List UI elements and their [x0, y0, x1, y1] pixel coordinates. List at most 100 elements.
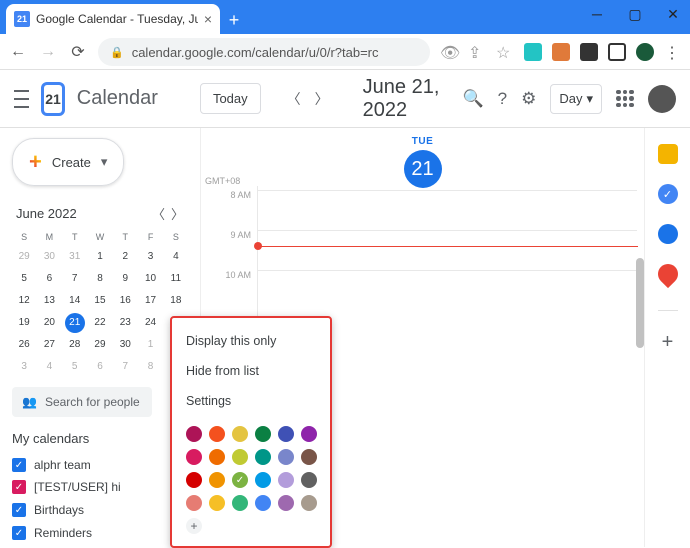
calendar-checkbox[interactable]: ✓	[12, 526, 26, 540]
mini-cal-day[interactable]: 29	[12, 246, 36, 267]
day-number-badge[interactable]: 21	[404, 150, 442, 188]
color-swatch[interactable]	[186, 449, 202, 465]
main-menu-icon[interactable]	[14, 90, 29, 108]
support-icon[interactable]: ?	[498, 89, 507, 109]
reload-button[interactable]: ⟳	[68, 42, 88, 62]
color-swatch[interactable]	[209, 495, 225, 511]
mini-cal-prev[interactable]: 〈	[152, 204, 165, 223]
extension-1-icon[interactable]	[524, 43, 542, 61]
color-swatch[interactable]	[209, 449, 225, 465]
mini-cal-day[interactable]: 1	[138, 334, 162, 355]
tasks-icon[interactable]	[658, 184, 678, 204]
extension-4-icon[interactable]	[636, 43, 654, 61]
mini-cal-day[interactable]: 23	[113, 312, 137, 333]
mini-cal-day[interactable]: 15	[88, 290, 112, 311]
eye-icon[interactable]: 👁	[440, 43, 458, 61]
tab-close-icon[interactable]: ×	[204, 11, 212, 27]
mini-cal-day[interactable]: 22	[88, 312, 112, 333]
mini-cal-day[interactable]: 28	[63, 334, 87, 355]
new-tab-button[interactable]: +	[220, 6, 248, 34]
window-close[interactable]: ✕	[664, 6, 682, 23]
context-menu-item[interactable]: Display this only	[172, 326, 330, 356]
settings-gear-icon[interactable]: ⚙	[521, 89, 536, 109]
mini-cal-day[interactable]: 6	[37, 268, 61, 289]
mini-cal-day[interactable]: 6	[88, 356, 112, 377]
search-icon[interactable]: 🔍	[462, 89, 483, 109]
mini-cal-day[interactable]: 1	[88, 246, 112, 267]
mini-cal-day[interactable]: 29	[88, 334, 112, 355]
bookmark-star-icon[interactable]: ☆	[496, 43, 514, 61]
color-swatch[interactable]	[278, 426, 294, 442]
mini-cal-day[interactable]: 17	[138, 290, 162, 311]
mini-cal-day[interactable]: 9	[113, 268, 137, 289]
mini-cal-day[interactable]: 31	[63, 246, 87, 267]
contacts-icon[interactable]	[658, 224, 678, 244]
mini-cal-day[interactable]: 14	[63, 290, 87, 311]
context-menu-item[interactable]: Hide from list	[172, 356, 330, 386]
url-field[interactable]: 🔒 calendar.google.com/calendar/u/0/r?tab…	[98, 38, 430, 66]
color-swatch[interactable]	[301, 449, 317, 465]
calendar-list-item[interactable]: ✓Reminders	[12, 522, 188, 544]
mini-cal-day[interactable]: 5	[12, 268, 36, 289]
search-people-input[interactable]: 👥 Search for people	[12, 387, 152, 417]
color-swatch[interactable]	[278, 472, 294, 488]
color-swatch[interactable]	[232, 449, 248, 465]
color-swatch[interactable]	[232, 495, 248, 511]
add-addons-button[interactable]: +	[662, 331, 674, 354]
my-calendars-title[interactable]: My calendars	[12, 431, 188, 446]
mini-cal-day[interactable]: 30	[37, 246, 61, 267]
mini-cal-day[interactable]: 12	[12, 290, 36, 311]
mini-cal-day[interactable]: 8	[138, 356, 162, 377]
color-swatch[interactable]	[255, 449, 271, 465]
mini-cal-day[interactable]: 16	[113, 290, 137, 311]
mini-cal-day[interactable]: 7	[63, 268, 87, 289]
window-maximize[interactable]: ▢	[626, 6, 644, 23]
prev-day-button[interactable]: 〈	[283, 85, 305, 113]
color-swatch[interactable]	[232, 426, 248, 442]
calendar-list-item[interactable]: ✓Birthdays×	[12, 498, 188, 522]
color-swatch[interactable]	[301, 495, 317, 511]
mini-cal-day[interactable]: 4	[164, 246, 188, 267]
color-swatch[interactable]	[232, 472, 248, 488]
mini-cal-day[interactable]: 24	[138, 312, 162, 333]
color-swatch[interactable]	[301, 472, 317, 488]
calendar-checkbox[interactable]: ✓	[12, 480, 26, 494]
create-button[interactable]: + Create ▾	[12, 138, 124, 186]
mini-cal-day[interactable]: 10	[138, 268, 162, 289]
add-custom-color[interactable]: +	[186, 518, 202, 534]
keep-icon[interactable]	[658, 144, 678, 164]
mini-cal-day[interactable]: 2	[113, 246, 137, 267]
calendar-checkbox[interactable]: ✓	[12, 503, 26, 517]
calendar-list-item[interactable]: ✓[TEST/USER] hi	[12, 476, 188, 498]
calendar-checkbox[interactable]: ✓	[12, 458, 26, 472]
share-icon[interactable]: ⇪	[468, 43, 486, 61]
back-button[interactable]: ←	[8, 42, 28, 62]
window-minimize[interactable]: ─	[588, 6, 606, 23]
mini-cal-day[interactable]: 13	[37, 290, 61, 311]
context-menu-item[interactable]: Settings	[172, 386, 330, 416]
mini-cal-day[interactable]: 11	[164, 268, 188, 289]
color-swatch[interactable]	[255, 495, 271, 511]
extensions-menu-icon[interactable]	[580, 43, 598, 61]
color-swatch[interactable]	[186, 426, 202, 442]
extension-2-icon[interactable]	[552, 43, 570, 61]
mini-cal-day[interactable]: 21	[65, 313, 85, 333]
next-day-button[interactable]: 〉	[311, 85, 333, 113]
mini-cal-day[interactable]: 20	[37, 312, 61, 333]
forward-button[interactable]: →	[38, 42, 58, 62]
browser-tab[interactable]: 21 Google Calendar - Tuesday, June ×	[6, 4, 220, 34]
profile-avatar[interactable]	[648, 85, 676, 113]
mini-cal-day[interactable]: 3	[12, 356, 36, 377]
color-swatch[interactable]	[301, 426, 317, 442]
mini-cal-day[interactable]: 18	[164, 290, 188, 311]
color-swatch[interactable]	[278, 495, 294, 511]
color-swatch[interactable]	[209, 472, 225, 488]
extension-3-icon[interactable]	[608, 43, 626, 61]
mini-cal-day[interactable]: 19	[12, 312, 36, 333]
mini-cal-day[interactable]: 8	[88, 268, 112, 289]
color-swatch[interactable]	[255, 472, 271, 488]
mini-cal-day[interactable]: 27	[37, 334, 61, 355]
google-apps-icon[interactable]	[616, 90, 634, 108]
color-swatch[interactable]	[209, 426, 225, 442]
color-swatch[interactable]	[255, 426, 271, 442]
